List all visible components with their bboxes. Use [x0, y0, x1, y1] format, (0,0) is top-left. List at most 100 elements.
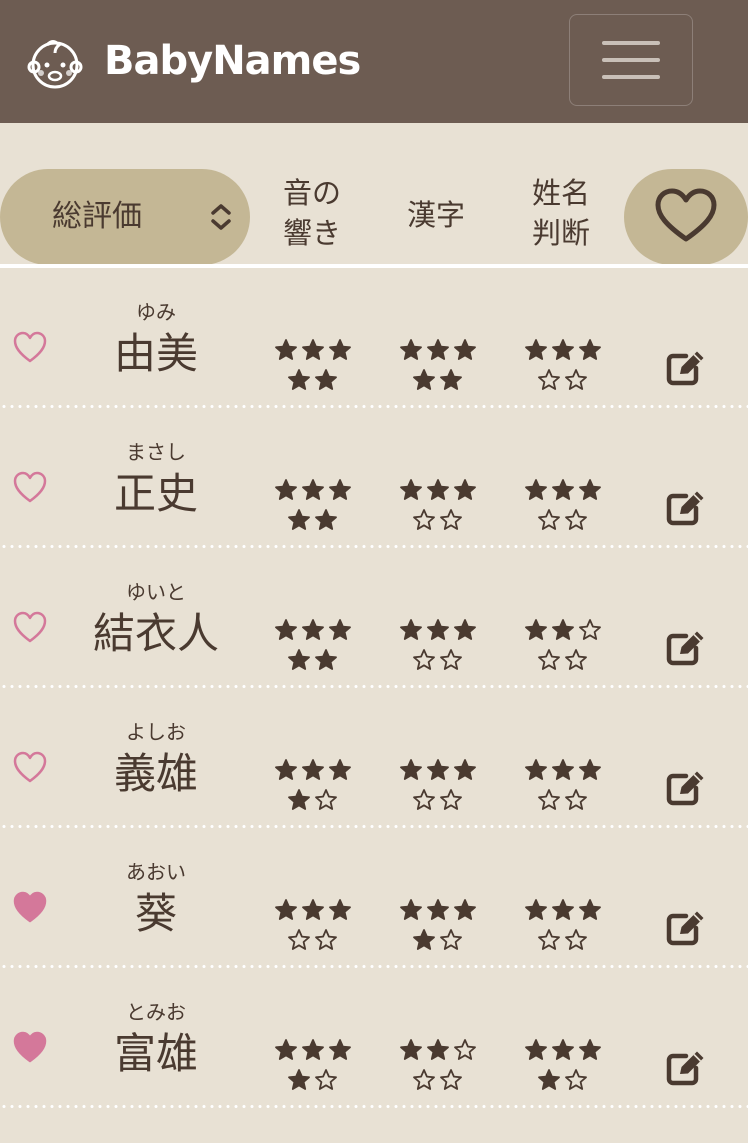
star-filled-icon: [400, 479, 422, 500]
star-empty-icon: [565, 649, 587, 670]
star-filled-icon: [552, 899, 574, 920]
name-kanji[interactable]: 結衣人: [56, 608, 256, 660]
name-row[interactable]: あおい葵: [0, 828, 748, 968]
name-kanji[interactable]: 富雄: [56, 1028, 256, 1080]
star-filled-icon: [302, 479, 324, 500]
sound-rating: [270, 1036, 360, 1096]
star-filled-icon: [525, 1039, 547, 1060]
edit-icon[interactable]: [666, 1050, 706, 1086]
star-filled-icon: [302, 619, 324, 640]
star-empty-icon: [565, 369, 587, 390]
judgement-rating: [520, 896, 610, 956]
heart-outline-icon[interactable]: [12, 750, 48, 784]
star-filled-icon: [525, 759, 547, 780]
star-filled-icon: [579, 899, 601, 920]
star-empty-icon: [315, 929, 337, 950]
heart-outline-icon[interactable]: [12, 470, 48, 504]
name-row[interactable]: よしお 義雄: [0, 688, 748, 828]
star-filled-icon: [329, 339, 351, 360]
star-empty-icon: [538, 929, 560, 950]
star-filled-icon: [427, 1039, 449, 1060]
star-filled-icon: [329, 1039, 351, 1060]
column-header-kanji[interactable]: 漢字: [392, 195, 480, 235]
name-kanji[interactable]: 義雄: [56, 748, 256, 800]
star-filled-icon: [275, 899, 297, 920]
menu-bar: [602, 58, 660, 62]
star-filled-icon: [525, 479, 547, 500]
edit-icon[interactable]: [666, 910, 706, 946]
column-header-name-judgement[interactable]: 姓名 判断: [517, 173, 605, 253]
favorites-filter-button[interactable]: [624, 169, 748, 265]
star-filled-icon: [427, 759, 449, 780]
name-row[interactable]: ゆいと 結衣人: [0, 548, 748, 688]
column-header-sound-line1: 音の: [282, 176, 341, 210]
name-row[interactable]: ゆみ 由美: [0, 268, 748, 408]
star-filled-icon: [400, 339, 422, 360]
heart-outline-icon[interactable]: [12, 330, 48, 364]
star-filled-icon: [525, 619, 547, 640]
star-filled-icon: [413, 929, 435, 950]
star-filled-icon: [413, 369, 435, 390]
app-header: BabyNames: [0, 0, 748, 123]
star-filled-icon: [302, 339, 324, 360]
star-empty-icon: [413, 509, 435, 530]
heart-outline-icon[interactable]: [12, 610, 48, 644]
name-kanji[interactable]: 由美: [56, 328, 256, 380]
edit-icon[interactable]: [666, 770, 706, 806]
name-row[interactable]: とみお 富雄: [0, 968, 748, 1108]
baby-face-icon[interactable]: [26, 36, 84, 90]
star-filled-icon: [400, 1039, 422, 1060]
name-kanji[interactable]: 葵: [56, 888, 256, 940]
column-header-bar: 総評価 音の 響き 漢字 姓名 判断: [0, 123, 748, 270]
kanji-rating: [395, 896, 485, 956]
edit-icon[interactable]: [666, 630, 706, 666]
sound-rating: [270, 476, 360, 536]
star-filled-icon: [400, 759, 422, 780]
kanji-rating: [395, 336, 485, 396]
sound-rating: [270, 896, 360, 956]
app-title[interactable]: BabyNames: [104, 34, 361, 88]
heart-filled-icon[interactable]: [12, 1030, 48, 1064]
sound-rating: [270, 336, 360, 396]
judgement-rating: [520, 1036, 610, 1096]
star-empty-icon: [288, 929, 310, 950]
star-filled-icon: [454, 619, 476, 640]
sort-chevrons-icon: [211, 204, 231, 230]
name-kanji[interactable]: 正史: [56, 468, 256, 520]
edit-icon[interactable]: [666, 350, 706, 386]
star-empty-icon: [413, 789, 435, 810]
star-filled-icon: [302, 1039, 324, 1060]
menu-bar: [602, 75, 660, 79]
star-filled-icon: [538, 1069, 560, 1090]
edit-icon[interactable]: [666, 490, 706, 526]
star-filled-icon: [427, 899, 449, 920]
star-filled-icon: [315, 369, 337, 390]
star-empty-icon: [579, 619, 601, 640]
star-empty-icon: [315, 789, 337, 810]
heart-outline-icon: [655, 188, 717, 242]
sort-total-rating-button[interactable]: 総評価: [0, 169, 250, 265]
heart-filled-icon[interactable]: [12, 890, 48, 924]
star-filled-icon: [400, 619, 422, 640]
star-filled-icon: [288, 369, 310, 390]
hamburger-menu-button[interactable]: [569, 14, 693, 106]
star-filled-icon: [552, 759, 574, 780]
name-reading: とみお: [126, 1000, 186, 1024]
star-filled-icon: [275, 619, 297, 640]
star-filled-icon: [525, 339, 547, 360]
star-filled-icon: [427, 479, 449, 500]
star-empty-icon: [565, 789, 587, 810]
kanji-rating: [395, 756, 485, 816]
star-filled-icon: [579, 759, 601, 780]
star-filled-icon: [302, 899, 324, 920]
hamburger-menu-icon: [602, 41, 660, 45]
star-empty-icon: [315, 1069, 337, 1090]
name-row[interactable]: まさし 正史: [0, 408, 748, 548]
kanji-rating: [395, 616, 485, 676]
star-empty-icon: [538, 789, 560, 810]
column-header-sound[interactable]: 音の 響き: [268, 173, 356, 253]
star-filled-icon: [288, 509, 310, 530]
star-empty-icon: [413, 649, 435, 670]
star-filled-icon: [315, 649, 337, 670]
star-empty-icon: [565, 509, 587, 530]
